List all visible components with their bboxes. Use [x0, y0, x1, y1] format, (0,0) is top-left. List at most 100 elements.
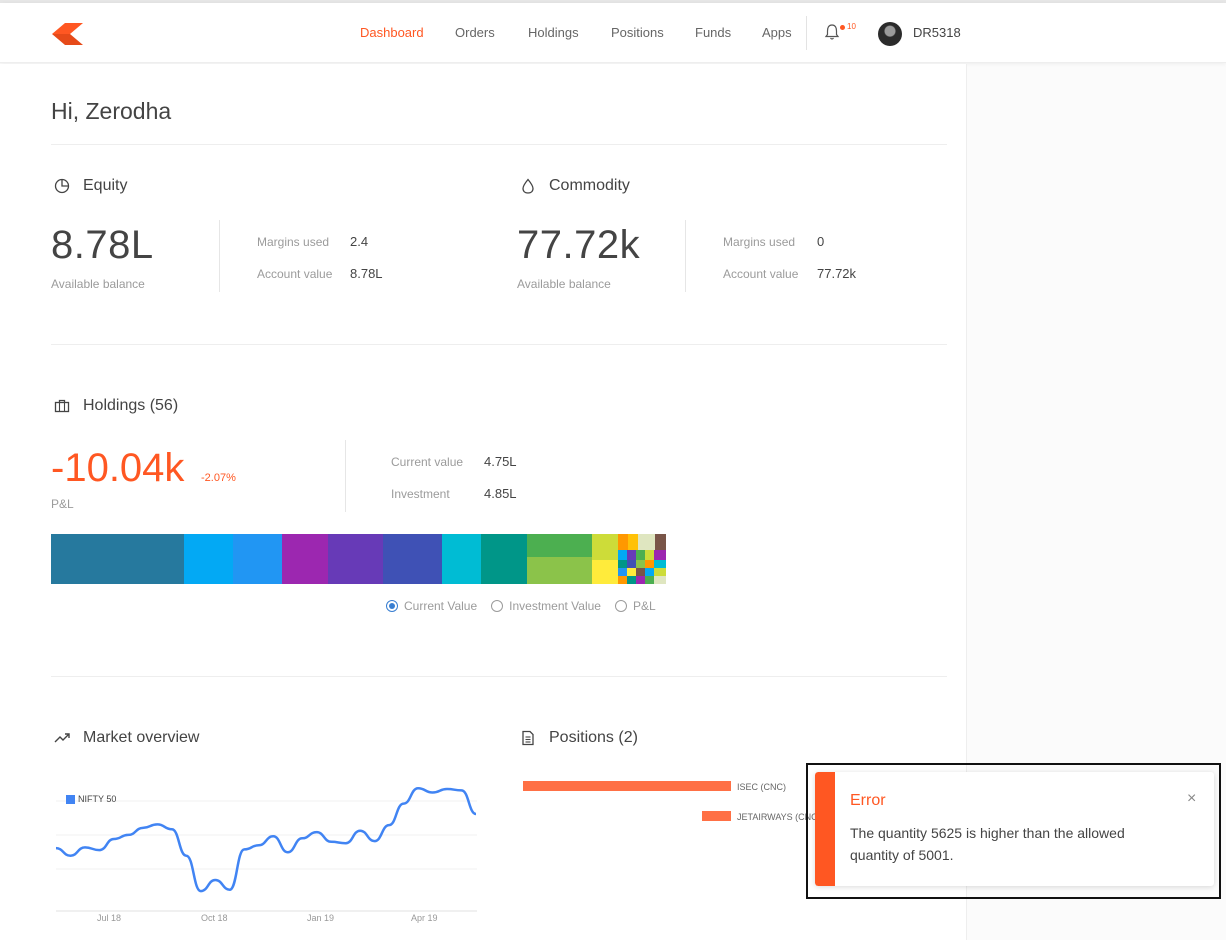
treemap-block[interactable]	[233, 534, 282, 584]
holdings-title-label: Holdings (56)	[83, 397, 179, 414]
legend-label: NIFTY 50	[78, 794, 117, 804]
divider	[51, 344, 947, 345]
toast-title: Error	[850, 792, 886, 809]
holdings-pnl-percent: -2.07%	[201, 472, 236, 484]
notification-count: 10	[847, 22, 856, 31]
equity-account-value: 8.78L	[350, 266, 383, 281]
equity-title-label: Equity	[83, 177, 128, 194]
treemap-block[interactable]	[654, 568, 666, 576]
position-bar-isec[interactable]	[523, 781, 731, 791]
equity-balance-label: Available balance	[51, 277, 145, 291]
treemap-block[interactable]	[627, 560, 636, 568]
treemap-block[interactable]	[51, 534, 184, 584]
user-id[interactable]: DR5318	[913, 25, 961, 40]
drop-icon	[522, 178, 534, 194]
radio-label: Current Value	[404, 599, 478, 613]
treemap-block[interactable]	[618, 534, 628, 550]
bell-icon[interactable]	[824, 23, 840, 41]
commodity-margins-value: 0	[817, 234, 825, 249]
treemap-block[interactable]	[527, 557, 592, 584]
position-label-isec: ISEC (CNC)	[737, 782, 786, 792]
treemap-block[interactable]	[636, 560, 645, 568]
treemap-block[interactable]	[654, 576, 666, 584]
toast-message: The quantity 5625 is higher than the all…	[850, 825, 1125, 863]
x-tick-label: Jul 18	[97, 913, 122, 923]
treemap-block[interactable]	[645, 550, 654, 560]
nav-holdings[interactable]: Holdings	[528, 25, 579, 40]
treemap-block[interactable]	[618, 560, 627, 568]
holdings-pnl: -10.04k	[51, 446, 185, 490]
holdings-current-value: 4.75L	[484, 454, 517, 469]
trending-up-icon	[54, 733, 70, 743]
header: Dashboard Orders Holdings Positions Fund…	[0, 3, 1226, 63]
treemap-block[interactable]	[618, 568, 627, 576]
radio-label: Investment Value	[509, 599, 601, 613]
equity-balance: 8.78L	[51, 223, 154, 267]
treemap-block[interactable]	[654, 550, 666, 560]
treemap-block[interactable]	[655, 534, 666, 550]
error-toast: Error The quantity 5625 is higher than t…	[815, 772, 1214, 886]
treemap-block[interactable]	[328, 534, 383, 584]
pie-chart-icon	[54, 178, 70, 194]
treemap-block[interactable]	[645, 560, 654, 568]
market-overview-title: Market overview	[53, 729, 199, 747]
position-bar-jetairways[interactable]	[701, 811, 731, 821]
commodity-title-label: Commodity	[549, 177, 630, 194]
equity-margins-value: 2.4	[350, 234, 369, 249]
radio-circle[interactable]	[386, 600, 398, 612]
nav-positions[interactable]: Positions	[611, 25, 664, 40]
positions-title: Positions (2)	[519, 729, 638, 747]
treemap-block[interactable]	[383, 534, 442, 584]
treemap-block[interactable]	[184, 534, 233, 584]
close-icon[interactable]: ×	[1187, 790, 1196, 808]
market-chart	[55, 787, 477, 912]
treemap-block[interactable]	[636, 568, 645, 576]
radio-circle[interactable]	[614, 600, 627, 612]
treemap-block[interactable]	[442, 534, 481, 584]
document-icon	[522, 730, 534, 746]
nav-apps[interactable]: Apps	[762, 25, 792, 40]
holdings-investment-label: Investment	[391, 487, 450, 501]
treemap-block[interactable]	[638, 534, 655, 550]
page-title: Hi, Zerodha	[51, 98, 172, 124]
treemap-block[interactable]	[481, 534, 527, 584]
treemap-block[interactable]	[527, 534, 592, 557]
briefcase-icon	[54, 399, 70, 413]
nav-dashboard[interactable]: Dashboard	[360, 25, 424, 40]
nifty-50-line[interactable]	[55, 787, 477, 893]
radio-label: P&L	[632, 599, 656, 613]
treemap-block[interactable]	[618, 550, 627, 560]
avatar[interactable]	[878, 22, 902, 46]
treemap-view-options: Current Value Investment Value P&L	[386, 599, 656, 613]
holdings-pnl-label: P&L	[51, 497, 74, 511]
treemap-block[interactable]	[636, 576, 645, 584]
nav-orders[interactable]: Orders	[455, 25, 495, 40]
treemap-block[interactable]	[636, 550, 645, 560]
treemap-block[interactable]	[592, 560, 618, 584]
radio-pnl[interactable]: P&L	[614, 599, 656, 613]
nav-divider	[806, 16, 807, 50]
divider	[219, 220, 220, 292]
treemap-block[interactable]	[628, 534, 638, 550]
treemap-block[interactable]	[645, 576, 654, 584]
radio-current-value[interactable]: Current Value	[386, 599, 477, 613]
divider	[345, 440, 346, 512]
treemap-block[interactable]	[592, 534, 618, 560]
positions-title-label: Positions (2)	[549, 729, 638, 746]
treemap-block[interactable]	[645, 568, 654, 576]
divider	[51, 676, 947, 677]
treemap-block[interactable]	[627, 550, 636, 560]
treemap-block[interactable]	[627, 568, 636, 576]
treemap-block[interactable]	[618, 576, 627, 584]
treemap-block[interactable]	[282, 534, 328, 584]
nav-funds[interactable]: Funds	[695, 25, 731, 40]
divider	[685, 220, 686, 292]
commodity-account-value: 77.72k	[817, 266, 857, 281]
treemap-block[interactable]	[627, 576, 636, 584]
radio-investment-value[interactable]: Investment Value	[491, 599, 601, 613]
treemap-block[interactable]	[654, 560, 666, 568]
x-tick-label: Jan 19	[307, 913, 335, 923]
kite-logo-icon[interactable]	[52, 23, 83, 45]
commodity-title: Commodity	[519, 177, 630, 195]
radio-circle[interactable]	[491, 600, 504, 612]
